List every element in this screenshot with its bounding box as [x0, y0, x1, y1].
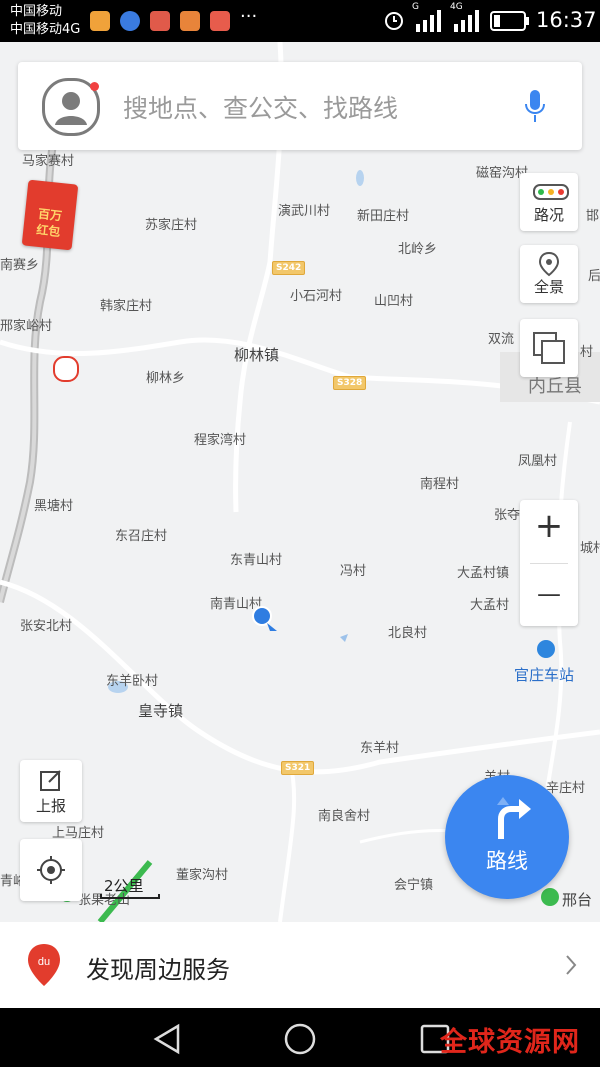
panorama-pin-icon: [538, 251, 560, 277]
map-label: 柳林镇: [234, 346, 280, 364]
route-arrow-icon: [497, 797, 531, 839]
map-label: 冯村: [340, 564, 367, 579]
traffic-button[interactable]: 路况: [520, 173, 578, 231]
location-notification-icon: [210, 11, 230, 31]
notification-dot: [90, 82, 99, 91]
map-label: 东羊村: [360, 741, 400, 756]
du-location-pin-icon: du: [28, 944, 60, 986]
map-label: 邢家峪村: [0, 319, 53, 334]
zoom-divider: [530, 563, 568, 564]
carrier-label-4g: 中国移动4G: [10, 22, 81, 37]
locate-button[interactable]: [20, 839, 82, 901]
watermark: 全球资源网: [440, 1027, 580, 1058]
edit-icon: [40, 770, 61, 791]
zoom-in-button[interactable]: +: [520, 506, 578, 546]
map-scale-label: 2公里: [104, 877, 144, 895]
battery-icon: [490, 11, 529, 31]
map-label: 邯: [586, 209, 600, 224]
discover-label: 发现周边服务: [86, 956, 230, 984]
map-label: 南赛乡: [0, 258, 40, 273]
report-button[interactable]: 上报: [20, 760, 82, 822]
map-label: 北岭乡: [398, 242, 438, 257]
map-label: 柳林乡: [146, 371, 186, 386]
map-label: 辛庄村: [546, 781, 586, 796]
current-location-icon[interactable]: [250, 604, 280, 634]
microphone-icon[interactable]: [523, 88, 547, 126]
clock: 16:37: [536, 8, 597, 32]
road-shield: S321: [281, 761, 315, 775]
search-bar[interactable]: 搜地点、查公交、找路线: [18, 62, 582, 150]
report-label: 上报: [35, 797, 66, 815]
carrier-label: 中国移动: [10, 4, 63, 19]
panorama-label: 全景: [533, 278, 564, 296]
road-shield: S242: [272, 261, 306, 275]
map-label: 双流: [488, 332, 515, 347]
map-label: 山凹村: [374, 294, 414, 309]
map-label: 官庄车站: [514, 666, 575, 684]
map-label: 马家赛村: [22, 154, 75, 169]
layers-icon: [533, 332, 565, 364]
map-label: 东召庄村: [115, 529, 168, 544]
map-label: 程家湾村: [194, 433, 247, 448]
map-label: 皇寺镇: [138, 702, 184, 720]
map-label: 韩家庄村: [100, 299, 153, 314]
user-icon: [55, 92, 87, 125]
route-label: 路线: [486, 849, 528, 873]
map-label: 东青山村: [230, 553, 283, 568]
map-label: 大孟村镇: [457, 566, 510, 581]
map-label: 大孟村: [470, 598, 510, 613]
map-app-notification-icon: [120, 11, 140, 31]
svg-text:du: du: [38, 956, 50, 968]
train-station-icon: [537, 640, 555, 658]
map-label: 北良村: [388, 626, 428, 641]
panorama-button[interactable]: 全景: [520, 245, 578, 303]
map-label: 南良舍村: [318, 809, 371, 824]
map-scale-bar: [100, 894, 160, 899]
map-label: 城村: [580, 541, 600, 556]
map-label: 邢台: [562, 891, 593, 909]
locate-target-icon: [37, 856, 65, 884]
map-label: 张夺: [494, 508, 521, 523]
map-label: 后: [588, 269, 600, 284]
home-icon[interactable]: [283, 1022, 317, 1056]
status-bar: 中国移动 中国移动4G ··· G 4G 16:37: [0, 0, 600, 42]
app-notification-icon: [150, 11, 170, 31]
search-input[interactable]: 搜地点、查公交、找路线: [123, 89, 398, 125]
discover-nearby-bar[interactable]: du 发现周边服务: [0, 922, 600, 1008]
speed-camera-icon: [53, 356, 79, 382]
map-label: 村: [580, 345, 594, 360]
zoom-out-button[interactable]: —: [520, 580, 578, 608]
red-envelope-promo[interactable]: 百万 红包: [21, 179, 79, 251]
poi-marker-icon: [541, 888, 559, 906]
road-shield: S328: [333, 376, 367, 390]
chevron-right-icon: [566, 955, 577, 975]
map-label: 黑塘村: [34, 499, 74, 514]
map-label: 南程村: [420, 477, 460, 492]
map-label: 东羊卧村: [106, 674, 159, 689]
back-icon[interactable]: [150, 1022, 184, 1056]
traffic-label: 路况: [533, 206, 564, 224]
route-button[interactable]: 路线: [445, 775, 569, 899]
signal-icon: [416, 10, 441, 32]
map-label: 演武川村: [278, 204, 331, 219]
app-notification-icon: [180, 11, 200, 31]
map-label: 新田庄村: [357, 209, 410, 224]
map-label: 董家沟村: [176, 868, 229, 883]
map-label: 苏家庄村: [145, 218, 198, 233]
signal-icon: [454, 10, 479, 32]
map-label: 小石河村: [290, 289, 343, 304]
more-notifications-icon: ···: [240, 6, 258, 27]
layers-button[interactable]: [520, 319, 578, 377]
map-label: 张安北村: [20, 619, 73, 634]
map-label: 会宁镇: [394, 878, 434, 893]
alarm-icon: [385, 12, 403, 30]
map-label: 凤凰村: [518, 454, 558, 469]
traffic-light-icon: [533, 184, 569, 200]
zoom-control[interactable]: + —: [520, 500, 578, 626]
app-notification-icon: [90, 11, 110, 31]
